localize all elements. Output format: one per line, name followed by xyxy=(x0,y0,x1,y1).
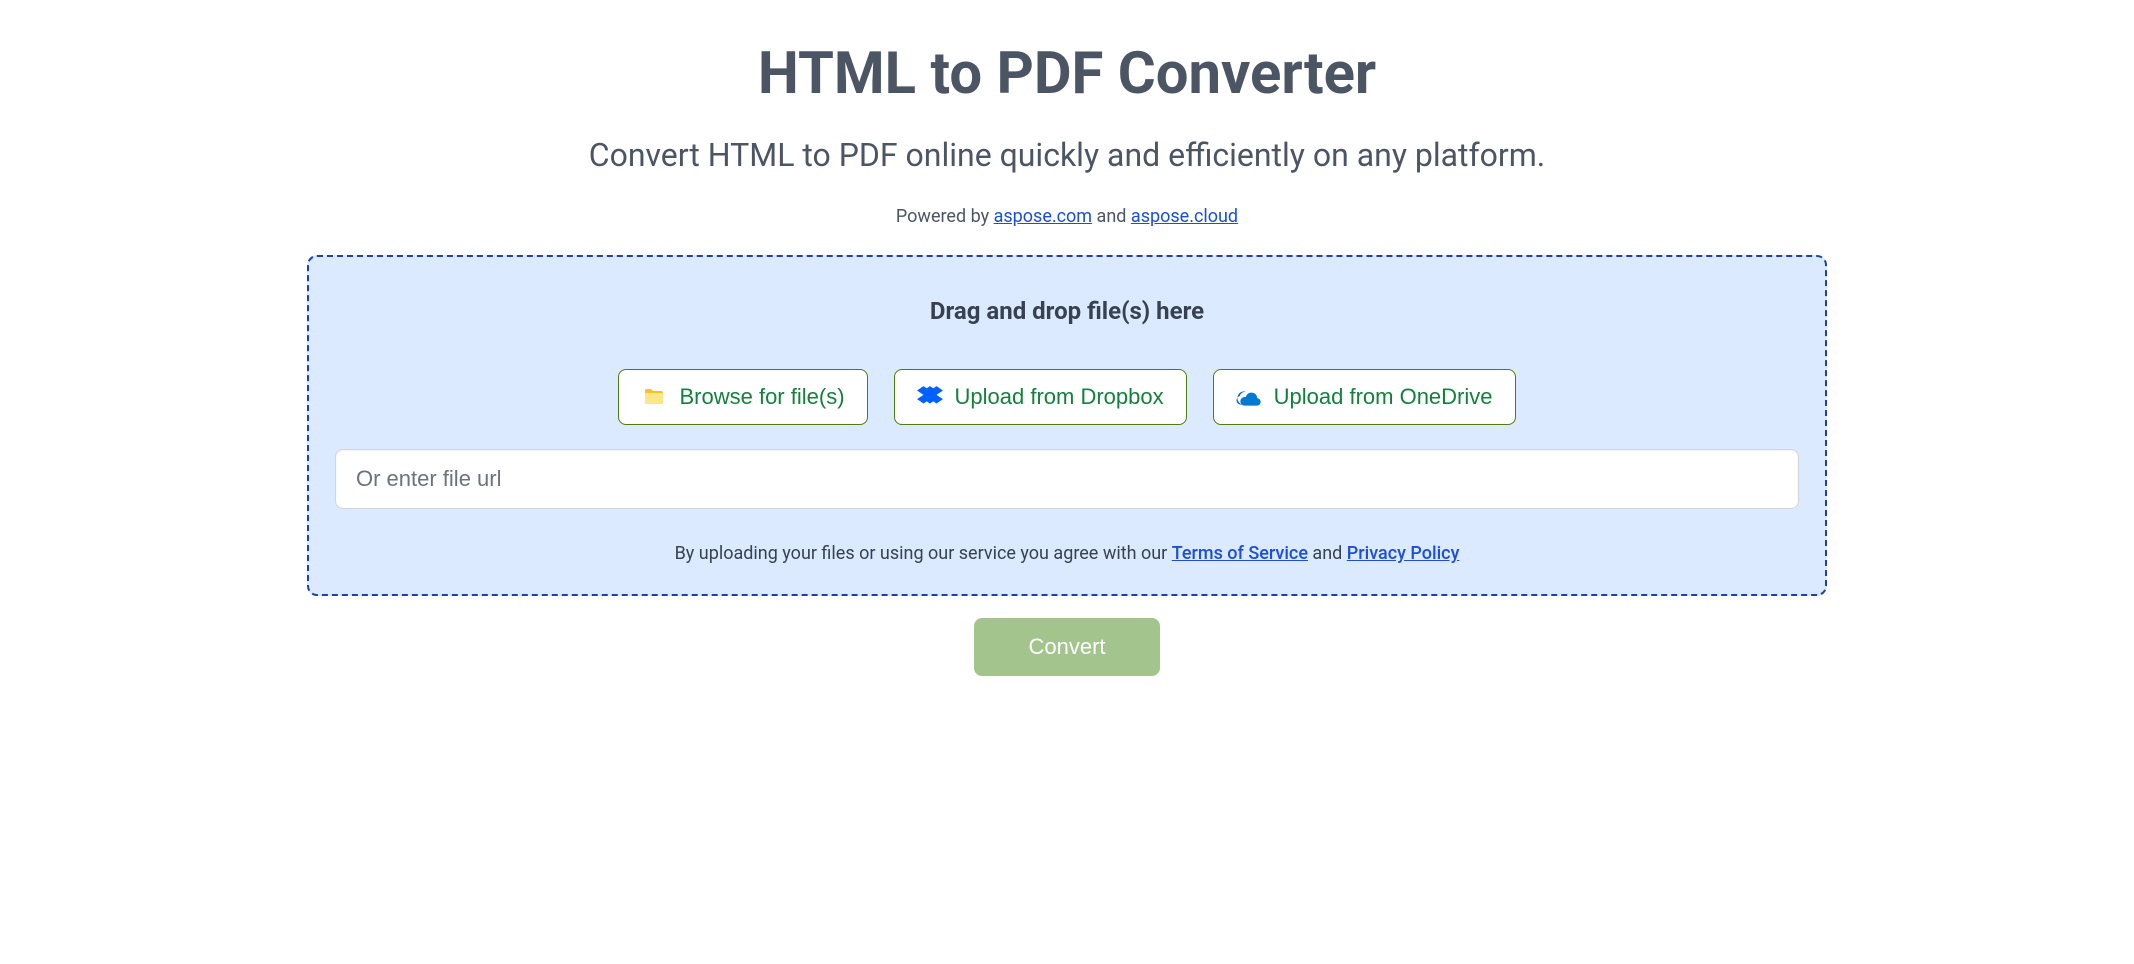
dropzone-heading: Drag and drop file(s) here xyxy=(335,297,1799,325)
upload-onedrive-label: Upload from OneDrive xyxy=(1274,384,1493,410)
aspose-cloud-link[interactable]: aspose.cloud xyxy=(1131,206,1238,227)
browse-files-label: Browse for file(s) xyxy=(679,384,844,410)
convert-button[interactable]: Convert xyxy=(974,618,1159,676)
folder-icon xyxy=(641,384,667,410)
powered-mid: and xyxy=(1092,206,1131,227)
onedrive-icon xyxy=(1236,384,1262,410)
powered-prefix: Powered by xyxy=(896,206,994,227)
terms-prefix: By uploading your files or using our ser… xyxy=(675,543,1172,564)
file-dropzone[interactable]: Drag and drop file(s) here Browse for fi… xyxy=(307,255,1827,596)
browse-files-button[interactable]: Browse for file(s) xyxy=(618,369,867,425)
page-subtitle: Convert HTML to PDF online quickly and e… xyxy=(307,136,1827,174)
dropbox-icon xyxy=(917,384,943,410)
upload-button-row: Browse for file(s) Upload from Dropbox xyxy=(335,369,1799,425)
main-container: HTML to PDF Converter Convert HTML to PD… xyxy=(307,40,1827,676)
upload-dropbox-label: Upload from Dropbox xyxy=(955,384,1164,410)
upload-dropbox-button[interactable]: Upload from Dropbox xyxy=(894,369,1187,425)
page-title: HTML to PDF Converter xyxy=(307,40,1827,108)
powered-by-line: Powered by aspose.com and aspose.cloud xyxy=(307,206,1827,227)
terms-mid: and xyxy=(1308,543,1347,564)
privacy-policy-link[interactable]: Privacy Policy xyxy=(1347,543,1460,564)
file-url-input[interactable] xyxy=(335,449,1799,509)
terms-line: By uploading your files or using our ser… xyxy=(335,543,1799,564)
terms-of-service-link[interactable]: Terms of Service xyxy=(1172,543,1308,564)
aspose-com-link[interactable]: aspose.com xyxy=(994,206,1093,227)
upload-onedrive-button[interactable]: Upload from OneDrive xyxy=(1213,369,1516,425)
